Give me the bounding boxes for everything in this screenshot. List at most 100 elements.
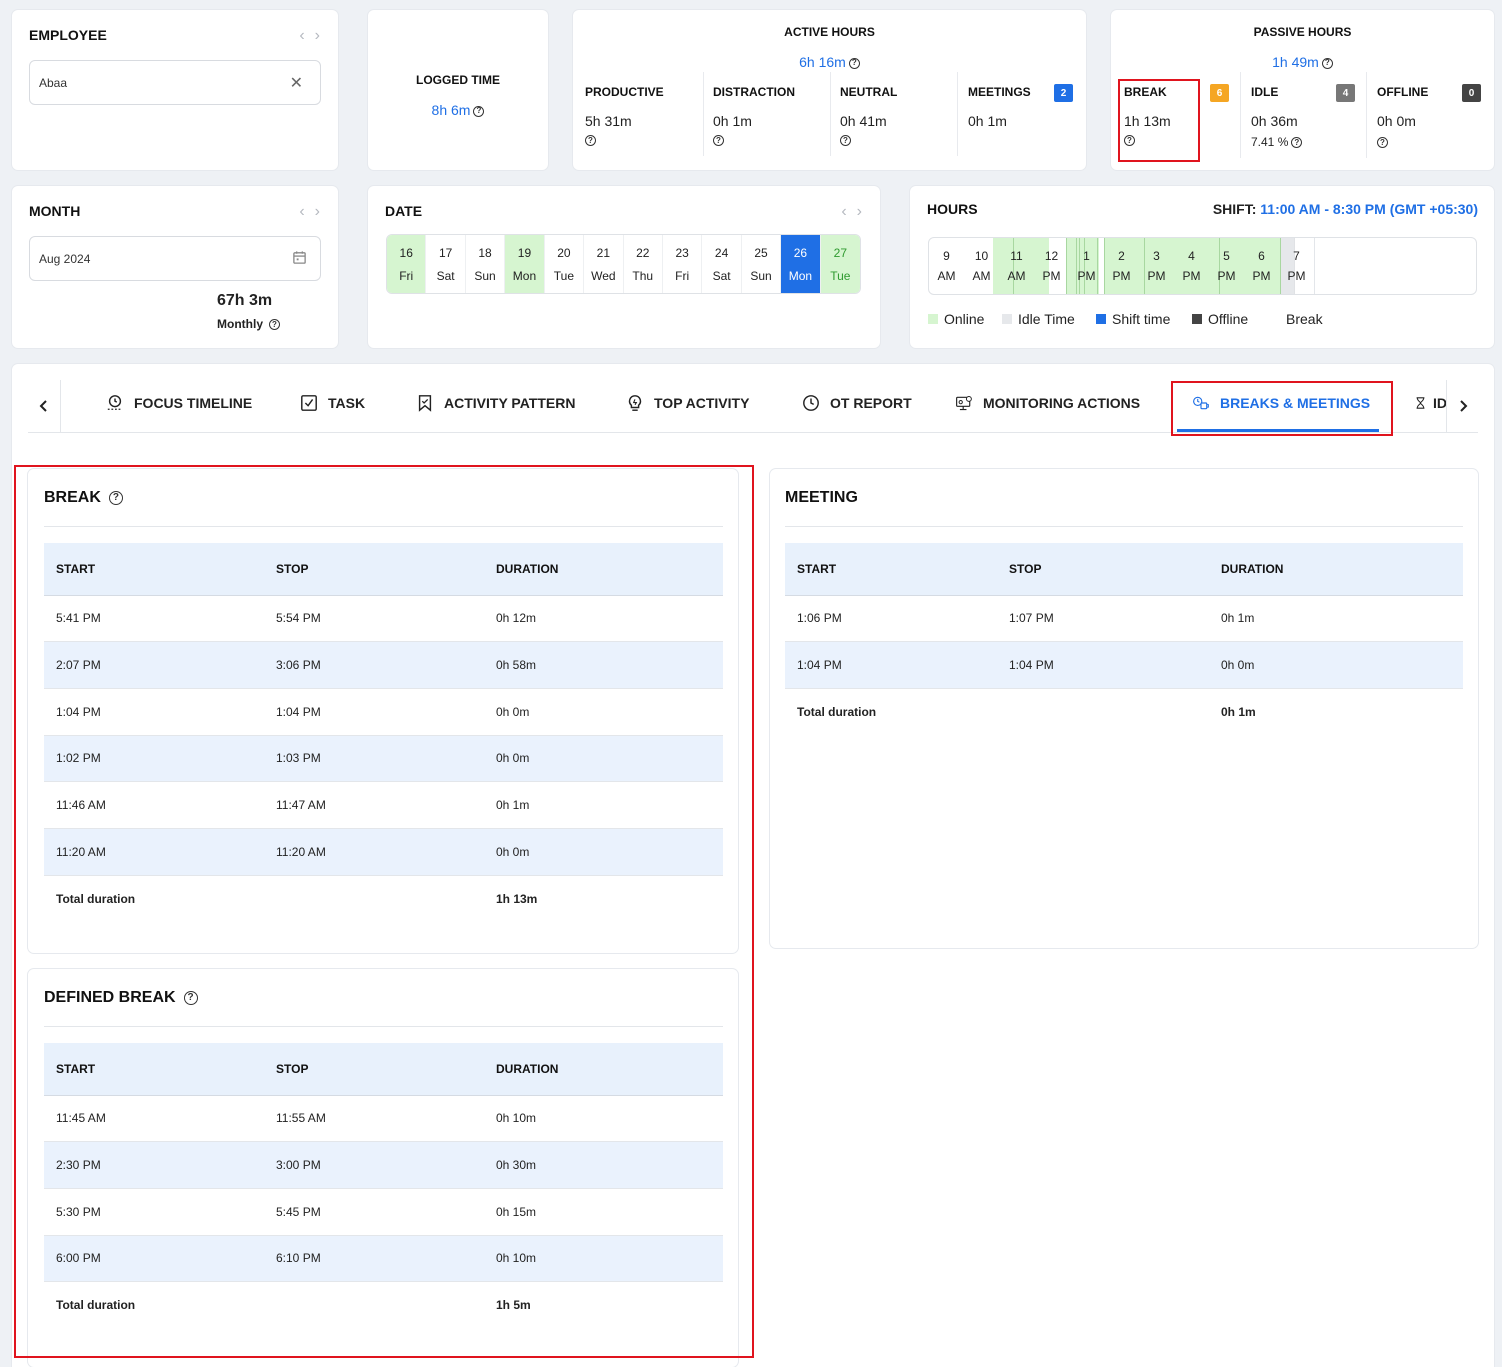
- help-icon[interactable]: ?: [713, 135, 724, 147]
- next-month-icon[interactable]: ›: [315, 204, 320, 220]
- table-row: 1:04 PM 1:04 PM 0h 0m: [785, 641, 1463, 689]
- date-num: 19: [517, 245, 532, 260]
- tab-bar-divider: [28, 432, 1478, 433]
- hour-tick: 9 AM: [937, 249, 956, 283]
- idle-percent: 7.41 %: [1251, 135, 1289, 149]
- employee-nav: ‹ ›: [299, 28, 320, 44]
- legend-offline-label: Offline: [1208, 311, 1249, 327]
- idle-value: 0h 36m: [1251, 113, 1298, 129]
- meetings-metric: MEETINGS 0h 1m: [968, 85, 1031, 129]
- date-cell-today[interactable]: 27 Tue: [820, 235, 860, 293]
- date-num: 18: [478, 245, 492, 260]
- help-icon[interactable]: ?: [1291, 137, 1303, 149]
- break-label: BREAK: [1124, 85, 1167, 99]
- table-row: 11:20 AM 11:20 AM 0h 0m: [44, 828, 723, 876]
- legend-online: Online: [928, 311, 984, 327]
- date-nav: ‹ ›: [841, 204, 862, 220]
- help-icon[interactable]: ?: [183, 991, 198, 1005]
- date-title: DATE: [385, 203, 423, 219]
- date-cell-selected[interactable]: 26 Mon: [781, 235, 821, 293]
- help-icon[interactable]: ?: [840, 135, 851, 147]
- table-header-row: START STOP DURATION: [785, 543, 1463, 596]
- date-cell[interactable]: 18 Sun: [466, 235, 506, 293]
- divider: [1366, 72, 1367, 158]
- next-date-icon[interactable]: ›: [857, 204, 862, 220]
- next-employee-icon[interactable]: ›: [315, 28, 320, 44]
- date-num: 24: [714, 245, 729, 260]
- tab-monitoring-actions[interactable]: MONITORING ACTIONS: [955, 394, 1140, 412]
- employee-value: Abaa: [39, 75, 68, 90]
- total-row: Total duration 1h 13m: [56, 891, 538, 906]
- date-cell[interactable]: 16 Fri: [387, 235, 427, 293]
- legend-online-label: Online: [944, 311, 985, 327]
- date-num: 17: [438, 245, 453, 260]
- legend-offline: Offline: [1192, 311, 1248, 327]
- meeting-title-wrap: MEETING: [785, 489, 858, 507]
- tab-focus-timeline[interactable]: FOCUS TIMELINE: [106, 394, 252, 412]
- date-cell[interactable]: 19 Mon: [505, 235, 545, 293]
- date-num: 21: [596, 245, 610, 260]
- date-cell[interactable]: 21 Wed: [584, 235, 624, 293]
- bookmark-icon: [418, 395, 432, 412]
- tab-breaks-meetings[interactable]: BREAKS & MEETINGS: [1192, 394, 1370, 412]
- monthly-label-wrap: Monthly?: [217, 317, 280, 331]
- date-num: 20: [557, 245, 571, 260]
- tab-id[interactable]: ID: [1414, 394, 1446, 412]
- column-header: DURATION: [1209, 543, 1463, 596]
- month-picker[interactable]: Aug 2024: [29, 236, 321, 281]
- prev-employee-icon[interactable]: ‹: [299, 28, 304, 44]
- date-day: Mon: [512, 268, 537, 283]
- monthly-total: 67h 3m: [217, 292, 273, 309]
- tab-ot-report[interactable]: OT REPORT: [802, 394, 912, 412]
- prev-month-icon[interactable]: ‹: [299, 204, 304, 220]
- date-num: 16: [399, 245, 413, 260]
- date-cell[interactable]: 25 Sun: [742, 235, 782, 293]
- help-icon[interactable]: ?: [1377, 137, 1388, 148]
- defined-break-table: START STOP DURATION 11:45 AM 11:55 AM 0h 10m…: [44, 1043, 723, 1328]
- legend-idle: Idle Time: [1002, 311, 1075, 327]
- tab-label: ID: [1433, 395, 1446, 411]
- date-cell[interactable]: 17 Sat: [426, 235, 466, 293]
- meeting-title: MEETING: [785, 489, 858, 506]
- offline-value: 0h 0m: [1377, 113, 1416, 129]
- table-row: 1:02 PM 1:03 PM 0h 0m: [44, 735, 723, 783]
- date-cell[interactable]: 20 Tue: [545, 235, 585, 293]
- help-icon[interactable]: ?: [473, 105, 485, 117]
- tab-scroll-left[interactable]: [28, 380, 61, 432]
- date-day: Wed: [591, 268, 616, 283]
- tab-activity-pattern[interactable]: ACTIVITY PATTERN: [416, 394, 575, 412]
- offline-label: OFFLINE: [1377, 85, 1429, 99]
- tab-scroll-right[interactable]: [1446, 380, 1478, 432]
- passive-hours-title: PASSIVE HOURS: [1253, 25, 1352, 39]
- help-icon[interactable]: ?: [585, 135, 596, 147]
- help-icon[interactable]: ?: [1124, 135, 1135, 147]
- defined-break-title: DEFINED BREAK: [44, 989, 176, 1006]
- distraction-label: DISTRACTION: [713, 85, 795, 99]
- calendar-icon[interactable]: [292, 250, 307, 268]
- employee-select[interactable]: Abaa ✕: [29, 60, 321, 105]
- date-cell[interactable]: 23 Fri: [663, 235, 703, 293]
- productive-metric: PRODUCTIVE 5h 31m ?: [585, 85, 664, 147]
- monthly-label: Monthly: [217, 317, 263, 331]
- help-icon[interactable]: ?: [848, 57, 860, 69]
- productive-value: 5h 31m: [585, 113, 632, 129]
- meetings-label: MEETINGS: [968, 85, 1031, 99]
- shift-label: SHIFT:: [1212, 201, 1257, 217]
- tab-task[interactable]: TASK: [300, 394, 365, 412]
- table-row: 1:06 PM 1:07 PM 0h 1m: [785, 595, 1463, 643]
- tab-top-activity[interactable]: TOP ACTIVITY: [626, 394, 749, 412]
- date-cell[interactable]: 24 Sat: [702, 235, 742, 293]
- meeting-table: START STOP DURATION 1:06 PM 1:07 PM 0h 1m 1:…: [785, 543, 1463, 735]
- legend-shift-label: Shift time: [1112, 311, 1171, 327]
- break-title-wrap: BREAK?: [44, 489, 123, 507]
- logged-time-title: LOGGED TIME: [416, 73, 500, 87]
- prev-date-icon[interactable]: ‹: [841, 204, 846, 220]
- help-icon[interactable]: ?: [1321, 57, 1333, 69]
- tab-label: TOP ACTIVITY: [654, 395, 750, 411]
- table-row: 5:41 PM 5:54 PM 0h 12m: [44, 595, 723, 643]
- offline-count-badge: 0: [1462, 84, 1481, 102]
- date-cell[interactable]: 22 Thu: [624, 235, 663, 293]
- help-icon[interactable]: ?: [269, 319, 280, 331]
- clear-icon[interactable]: ✕: [290, 73, 303, 93]
- help-icon[interactable]: ?: [108, 491, 123, 505]
